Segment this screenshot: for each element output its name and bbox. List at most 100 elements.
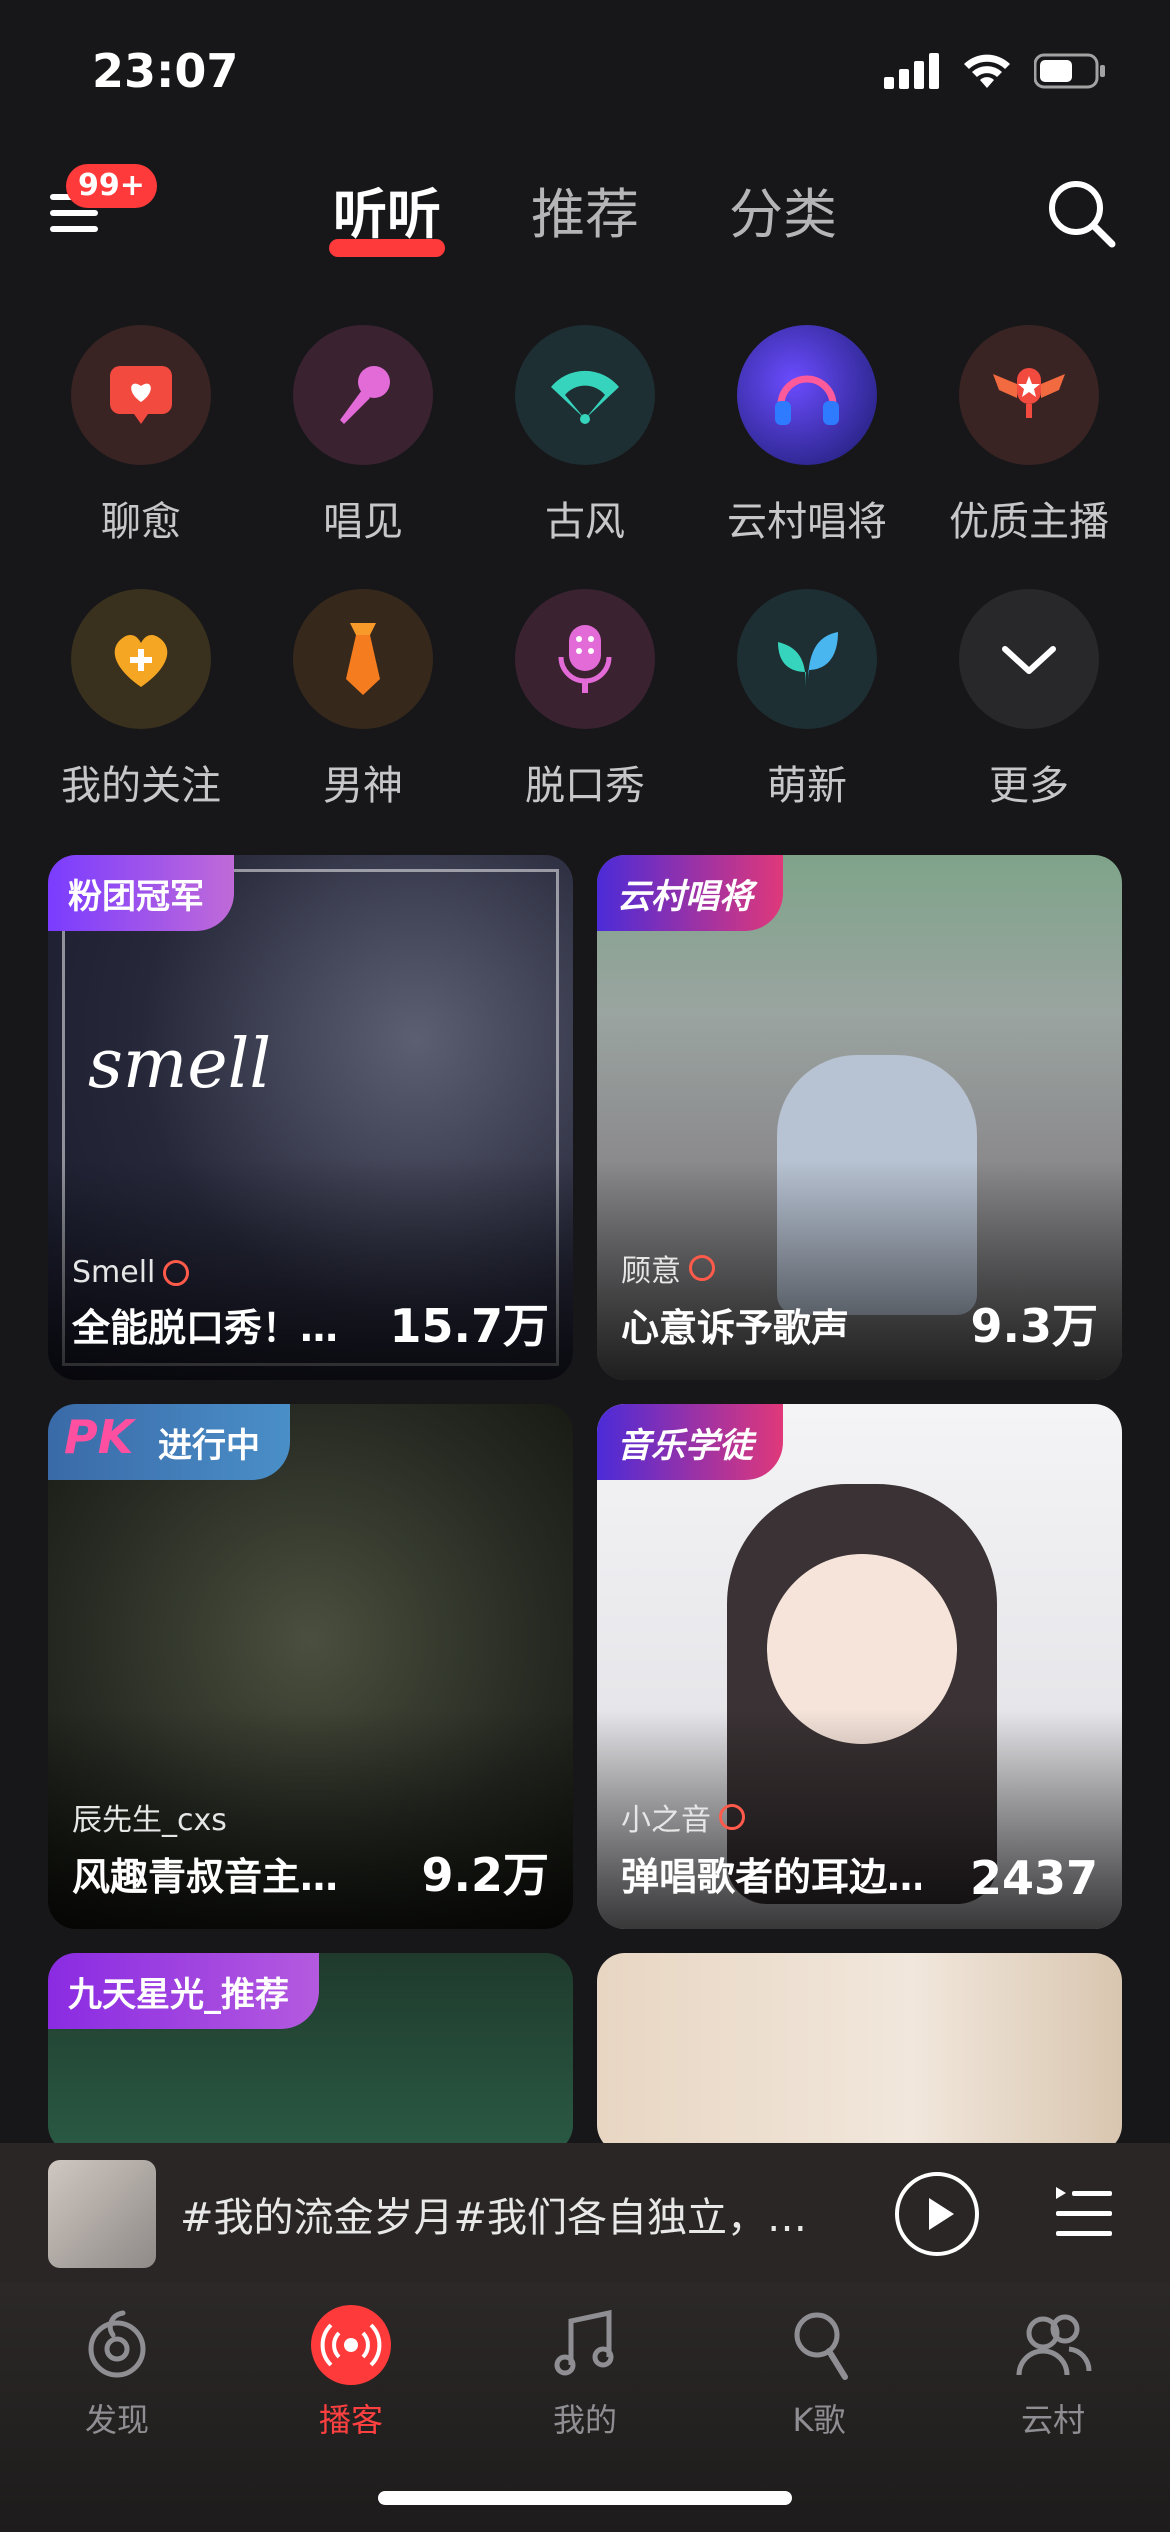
podcast-card[interactable]: 云村唱将 顾意 心意诉予歌声 9.3万	[597, 855, 1122, 1380]
playlist-icon[interactable]	[1052, 2181, 1116, 2245]
heart-chat-icon	[110, 366, 172, 424]
card-tag: 云村唱将	[597, 855, 783, 931]
tab-cloud-village[interactable]: 云村	[983, 2305, 1123, 2441]
category-label: 我的关注	[61, 763, 221, 809]
category-label: 男神	[323, 763, 403, 809]
people-icon	[1016, 2314, 1092, 2376]
category-male-god[interactable]: 男神	[252, 589, 474, 811]
tab-category[interactable]: 分类	[729, 170, 837, 249]
status-time: 23:07	[92, 44, 239, 98]
search-button[interactable]	[1042, 174, 1122, 254]
category-cloud-singer[interactable]: 云村唱将	[696, 325, 918, 547]
card-tag: 九天星光_推荐	[48, 1953, 319, 2029]
tab-label: 发现	[84, 2401, 149, 2439]
status-icons	[884, 52, 1106, 90]
category-more[interactable]: 更多	[918, 589, 1140, 811]
category-grid: 聊愈 唱见 古风 云村唱将 优质主播 我的关注 男神 脱口秀 萌新 更多	[30, 325, 1140, 811]
signal-icon	[884, 53, 939, 89]
player-song-title: #我的流金岁月#我们各自独立，…	[180, 2195, 808, 2241]
tab-podcast[interactable]: 播客	[281, 2305, 421, 2441]
category-circle	[515, 589, 655, 729]
tab-recommend[interactable]: 推荐	[531, 170, 639, 249]
category-circle	[959, 325, 1099, 465]
microphone-icon	[340, 366, 390, 424]
mini-player[interactable]: #我的流金岁月#我们各自独立，…	[0, 2143, 1170, 2283]
podcast-card[interactable]: 音乐学徒 小之音 弹唱歌者的耳边… 2437	[597, 1404, 1122, 1929]
category-talk-show[interactable]: 脱口秀	[474, 589, 696, 811]
top-tabs: 听听 推荐 分类	[0, 170, 1170, 257]
status-bar: 23:07	[0, 0, 1170, 150]
podcast-card[interactable]: smell 粉团冠军 Smell 全能脱口秀！… 15.7万	[48, 855, 573, 1380]
category-label: 更多	[989, 763, 1069, 809]
card-count: 9.3万	[970, 1299, 1099, 1353]
card-author-name: Smell	[72, 1255, 156, 1290]
category-circle	[959, 589, 1099, 729]
category-newcomer[interactable]: 萌新	[696, 589, 918, 811]
card-title: 弹唱歌者的耳边…	[621, 1855, 921, 1899]
tab-mine[interactable]: 我的	[515, 2305, 655, 2441]
sprout-icon	[778, 632, 838, 688]
category-circle	[515, 325, 655, 465]
category-healing[interactable]: 聊愈	[30, 325, 252, 547]
tab-discover[interactable]: 发现	[47, 2305, 187, 2441]
card-author: Smell	[72, 1255, 190, 1290]
music-badge-icon	[719, 1804, 745, 1830]
podcast-card[interactable]	[597, 1953, 1122, 2153]
heart-plus-icon	[114, 634, 168, 687]
card-tag: 粉团冠军	[48, 855, 234, 931]
card-title: 风趣青叔音主…	[72, 1855, 339, 1899]
category-label: 萌新	[767, 763, 847, 809]
podcast-card-grid: smell 粉团冠军 Smell 全能脱口秀！… 15.7万 云村唱将 顾意 心…	[48, 855, 1122, 2153]
category-circle	[293, 325, 433, 465]
card-count: 15.7万	[389, 1299, 550, 1353]
music-note-icon	[554, 2309, 614, 2376]
category-label: 优质主播	[949, 499, 1109, 545]
category-circle	[71, 589, 211, 729]
netease-logo-icon	[88, 2310, 146, 2378]
card-title: 心意诉予歌声	[621, 1306, 850, 1350]
category-circle	[737, 325, 877, 465]
card-author-name: 小之音	[621, 1803, 711, 1838]
music-badge-icon	[163, 1259, 190, 1286]
category-label: 聊愈	[101, 499, 181, 545]
necktie-icon	[346, 623, 380, 695]
search-icon	[1049, 181, 1116, 248]
card-author: 顾意	[621, 1246, 715, 1290]
card-author: 小之音	[621, 1795, 745, 1839]
winged-mic-icon	[993, 368, 1065, 418]
fan-icon	[551, 370, 619, 424]
category-circle	[293, 589, 433, 729]
category-circle	[71, 325, 211, 465]
chevron-down-icon	[1002, 646, 1056, 674]
category-singer[interactable]: 唱见	[252, 325, 474, 547]
smell-script: smell	[88, 1025, 272, 1104]
podcast-card[interactable]: 九天星光_推荐	[48, 1953, 573, 2153]
headphones-icon	[775, 375, 839, 425]
tab-listen[interactable]: 听听	[329, 170, 445, 257]
karaoke-mic-icon	[794, 2312, 848, 2380]
podcast-card[interactable]: PK 进行中 辰先生_cxs 风趣青叔音主… 9.2万	[48, 1404, 573, 1929]
top-header: 99+ 听听 推荐 分类	[0, 150, 1170, 270]
home-indicator[interactable]	[378, 2491, 792, 2505]
card-author-name: 辰先生_cxs	[72, 1803, 227, 1838]
tab-karaoke[interactable]: K歌	[749, 2305, 889, 2441]
play-button[interactable]	[894, 2171, 980, 2257]
broadcast-icon	[311, 2305, 391, 2385]
card-count: 2437	[969, 1851, 1098, 1905]
category-label: 云村唱将	[727, 499, 887, 545]
card-tag-text: 进行中	[158, 1425, 260, 1466]
category-following[interactable]: 我的关注	[30, 589, 252, 811]
pk-badge-icon: PK	[64, 1410, 134, 1464]
player-cover	[48, 2160, 156, 2268]
category-quality-host[interactable]: 优质主播	[918, 325, 1140, 547]
battery-icon	[1034, 53, 1105, 89]
category-label: 脱口秀	[525, 763, 645, 809]
tab-label: 播客	[318, 2401, 383, 2439]
category-circle	[737, 589, 877, 729]
music-badge-icon	[689, 1255, 715, 1281]
card-title: 全能脱口秀！…	[72, 1306, 339, 1350]
card-tag: PK 进行中	[48, 1404, 290, 1480]
card-author: 辰先生_cxs	[72, 1795, 227, 1839]
card-tag: 音乐学徒	[597, 1404, 783, 1480]
category-ancient[interactable]: 古风	[474, 325, 696, 547]
